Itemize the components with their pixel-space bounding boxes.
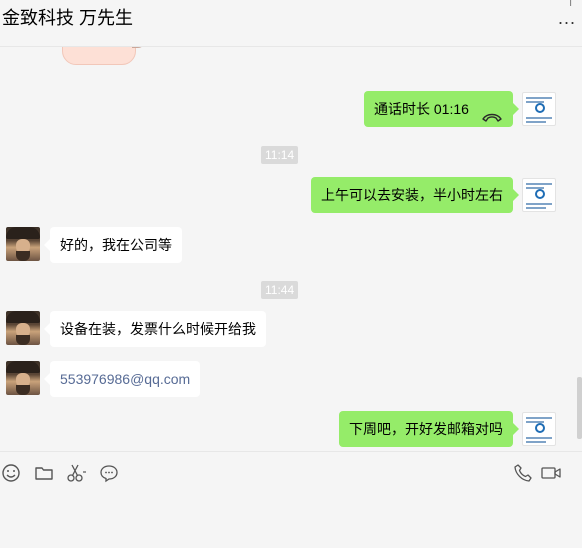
message-bubble-sent[interactable]: 上午可以去安装，半小时左右 bbox=[311, 177, 519, 213]
call-duration-text: 通话时长 01:16 bbox=[374, 101, 469, 117]
video-camera-icon[interactable] bbox=[540, 462, 562, 484]
message-bubble-received[interactable]: 设备在装，发票什么时候开给我 bbox=[44, 311, 266, 347]
message-timestamp: 11:44 bbox=[261, 281, 299, 299]
scrollbar-thumb[interactable] bbox=[577, 377, 582, 439]
more-options-button[interactable]: ... bbox=[558, 8, 576, 29]
chat-header: 金致科技 万先生 | ... bbox=[0, 0, 582, 47]
call-record-bubble[interactable]: 通话时长 01:16 bbox=[364, 91, 519, 127]
sticker-image bbox=[62, 47, 136, 65]
folder-icon[interactable] bbox=[33, 462, 55, 484]
chat-title: 金致科技 万先生 bbox=[2, 8, 134, 28]
chat-bubble-icon[interactable] bbox=[98, 462, 120, 484]
contact-avatar[interactable] bbox=[6, 311, 40, 345]
email-link[interactable]: 553976986@qq.com bbox=[60, 371, 190, 387]
emoji-icon[interactable] bbox=[0, 462, 22, 484]
my-avatar[interactable] bbox=[522, 178, 556, 212]
message-timestamp: 11:14 bbox=[261, 146, 299, 164]
scissors-icon[interactable] bbox=[65, 462, 87, 484]
my-avatar[interactable] bbox=[522, 92, 556, 126]
window-controls-fragment: | bbox=[569, 0, 572, 7]
contact-avatar[interactable] bbox=[6, 227, 40, 261]
sticker-detail bbox=[132, 47, 145, 48]
contact-avatar[interactable] bbox=[6, 361, 40, 395]
chat-message-area[interactable]: 通话时长 01:16 11:14 上午可以去安装，半小时左右 好的，我在公司等 … bbox=[0, 47, 582, 451]
message-bubble-received[interactable]: 好的，我在公司等 bbox=[44, 227, 182, 263]
my-avatar[interactable] bbox=[522, 412, 556, 446]
phone-hangup-icon bbox=[481, 101, 503, 122]
message-bubble-sent[interactable]: 下周吧，开好发邮箱对吗 bbox=[339, 411, 519, 447]
input-toolbar bbox=[0, 451, 582, 548]
phone-icon[interactable] bbox=[512, 462, 534, 484]
message-bubble-received[interactable]: 553976986@qq.com bbox=[43, 361, 201, 397]
